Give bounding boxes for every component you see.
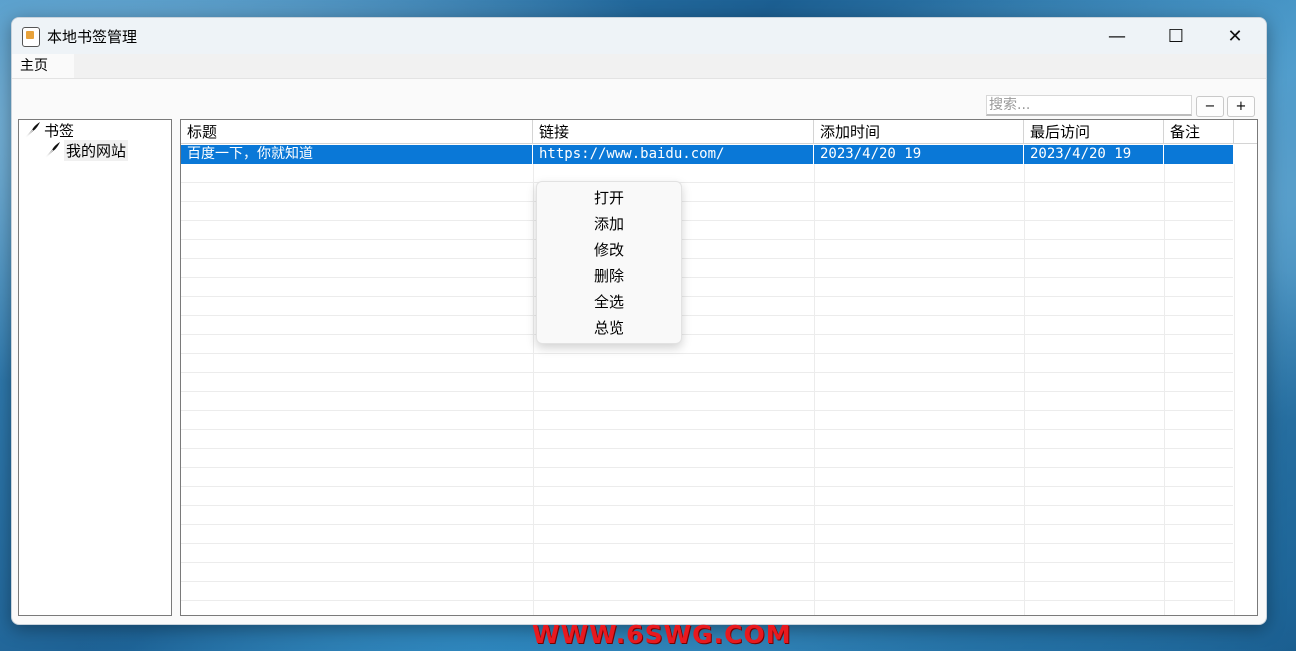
column-header[interactable]: 添加时间 [814,120,1024,144]
table-row[interactable] [181,544,1233,563]
table-cell-url: https://www.baidu.com/ [533,145,814,164]
table-row[interactable] [181,449,1233,468]
table-row[interactable] [181,525,1233,544]
grid-line [1164,164,1165,615]
grid-line [814,164,815,615]
table-row[interactable] [181,582,1233,601]
feather-icon [44,142,60,159]
table-row[interactable] [181,373,1233,392]
expand-button[interactable]: + [1227,96,1255,117]
table-cell-title: 百度一下，你就知道 [181,145,533,164]
bookmark-table[interactable]: 标题 链接 添加时间 最后访问 备注 百度一下，你就知道 https://www.baidu… [180,119,1258,616]
table-row[interactable] [181,316,1233,335]
context-menu: 打开 添加 修改 删除 全选 总览 [536,181,682,344]
menu-item-add[interactable]: 添加 [537,211,681,237]
table-row[interactable] [181,335,1233,354]
grid-line [1024,164,1025,615]
column-header[interactable]: 链接 [533,120,814,144]
bookmark-tree[interactable]: 书签 我的网站 [18,119,172,616]
feather-icon [24,122,40,139]
watermark-text: WWW.6SWG.COM [532,620,792,649]
table-cell-visited: 2023/4/20 19 [1024,145,1164,164]
tree-node-label: 书签 [44,121,75,140]
grid-line [533,164,534,615]
table-row[interactable] [181,411,1233,430]
menu-item-overview[interactable]: 总览 [537,315,681,341]
table-row[interactable] [181,297,1233,316]
menu-item-edit[interactable]: 修改 [537,237,681,263]
menu-item-open[interactable]: 打开 [537,185,681,211]
column-header[interactable]: 最后访问 [1024,120,1164,144]
tree-node-my-sites[interactable]: 我的网站 [43,139,129,161]
table-row[interactable] [181,240,1233,259]
tree-node-root[interactable]: 书签 [23,120,74,140]
maximize-button[interactable]: ☐ [1147,18,1205,54]
tab-bar: 主页 [12,54,1266,79]
table-row[interactable] [181,164,1233,183]
app-window: 本地书签管理 — ☐ ✕ 主页 − + 书签 我的网站 标题链接添加时间最后访问… [11,17,1267,625]
app-icon [22,27,40,47]
search-input[interactable] [986,95,1192,116]
collapse-button[interactable]: − [1196,96,1224,117]
tab-home[interactable]: 主页 [12,54,74,78]
tree-node-label: 我的网站 [64,139,129,161]
header-filler [1234,120,1257,144]
column-header[interactable]: 标题 [181,120,533,144]
table-row[interactable] [181,259,1233,278]
menu-item-delete[interactable]: 删除 [537,263,681,289]
table-row[interactable] [181,468,1233,487]
table-row[interactable] [181,392,1233,411]
table-row[interactable] [181,430,1233,449]
table-cell-added: 2023/4/20 19 [814,145,1024,164]
table-cell-note [1164,145,1234,164]
grid-line [1234,164,1235,615]
table-row[interactable] [181,183,1233,202]
table-row[interactable] [181,563,1233,582]
table-row[interactable] [181,354,1233,373]
table-row[interactable] [181,278,1233,297]
close-button[interactable]: ✕ [1206,18,1264,54]
table-row[interactable] [181,221,1233,240]
menu-item-select-all[interactable]: 全选 [537,289,681,315]
window-title: 本地书签管理 [47,28,138,46]
table-row[interactable]: 百度一下，你就知道 https://www.baidu.com/2023/4/20… [181,145,1234,164]
column-header[interactable]: 备注 [1164,120,1234,144]
table-row[interactable] [181,202,1233,221]
minimize-button[interactable]: — [1088,18,1146,54]
table-row[interactable] [181,487,1233,506]
table-row[interactable] [181,506,1233,525]
title-bar[interactable]: 本地书签管理 — ☐ ✕ [12,18,1266,54]
